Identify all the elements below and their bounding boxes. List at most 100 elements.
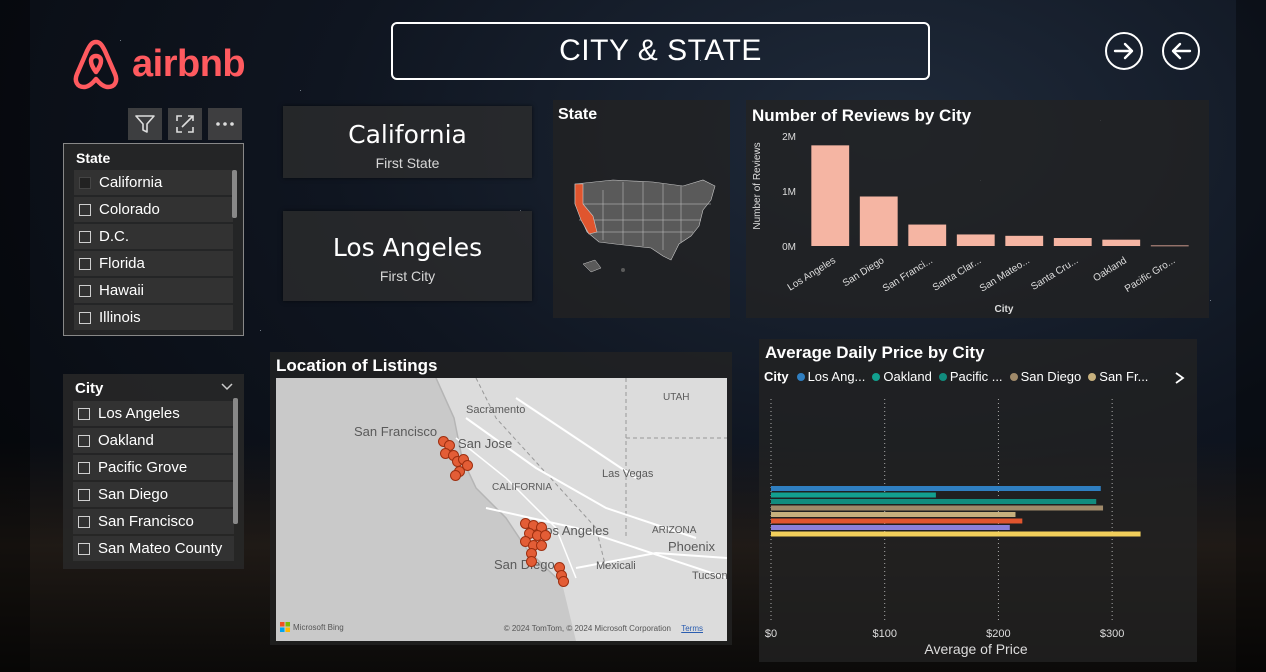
state-option[interactable]: Hawaii: [74, 278, 233, 303]
listing-dot[interactable]: [526, 556, 537, 567]
city-option[interactable]: Oakland: [73, 428, 234, 453]
state-option[interactable]: Colorado: [74, 197, 233, 222]
bar[interactable]: [908, 224, 947, 246]
price-bar[interactable]: [771, 512, 1016, 517]
listing-dot[interactable]: [536, 540, 547, 551]
bar[interactable]: [859, 196, 898, 247]
us-state-map[interactable]: [553, 160, 730, 300]
map-label-san-francisco: San Francisco: [354, 424, 438, 439]
checkbox[interactable]: [79, 311, 91, 324]
price-bar[interactable]: [771, 505, 1104, 511]
bar[interactable]: [811, 145, 850, 246]
state-slicer-header: State: [76, 150, 111, 166]
previous-page-button[interactable]: [1162, 32, 1200, 70]
legend-next-icon[interactable]: [1173, 371, 1185, 385]
first-city-card: Los Angeles First City: [283, 211, 532, 301]
state-map-title: State: [558, 106, 598, 123]
city-slicer-scrollbar[interactable]: [233, 398, 238, 524]
x-tick-label: Pacific Gro...: [1123, 255, 1177, 295]
checkbox[interactable]: [79, 257, 91, 270]
chevron-down-icon[interactable]: [220, 382, 234, 392]
option-label: Illinois: [99, 309, 141, 326]
price-bar[interactable]: [771, 531, 1141, 537]
legend-item[interactable]: Pacific ...: [938, 369, 1003, 384]
legend-item[interactable]: Oakland: [872, 369, 932, 384]
location-map-title: Location of Listings: [276, 356, 438, 375]
bar[interactable]: [1005, 235, 1044, 246]
price-chart-legend: City Los Ang... Oakland Pacific ... San Die…: [764, 369, 1148, 384]
legend-item[interactable]: San Fr...: [1088, 369, 1148, 384]
option-label: San Mateo County: [98, 540, 223, 557]
legend-label: Oakland: [883, 369, 932, 384]
bar[interactable]: [956, 234, 995, 246]
price-bar[interactable]: [771, 486, 1101, 491]
legend-item[interactable]: Los Ang...: [796, 369, 865, 384]
legend-swatch: [1009, 372, 1018, 381]
state-option[interactable]: California: [74, 170, 233, 195]
legend-label: Pacific ...: [949, 369, 1003, 384]
checkbox[interactable]: [78, 515, 90, 528]
checkbox[interactable]: [79, 176, 91, 189]
arrow-right-icon: [1113, 42, 1134, 60]
price-bar[interactable]: [771, 499, 1097, 504]
next-page-button[interactable]: [1105, 32, 1143, 70]
price-bar[interactable]: [771, 525, 1010, 530]
brand-name: airbnb: [132, 42, 246, 85]
option-label: Oakland: [98, 432, 154, 449]
city-option[interactable]: San Diego: [73, 482, 234, 507]
attribution-text: © 2024 TomTom, © 2024 Microsoft Corporat…: [503, 624, 671, 633]
legend-item[interactable]: San Diego: [1009, 369, 1081, 384]
state-slicer: State California Colorado D.C. Florida H…: [63, 143, 244, 336]
checkbox[interactable]: [78, 542, 90, 555]
listing-map[interactable]: Sacramento UTAH San Francisco San Jose L…: [276, 378, 727, 641]
price-bar[interactable]: [771, 518, 1023, 524]
checkbox[interactable]: [78, 488, 90, 501]
x-tick-label: San Diego: [841, 255, 887, 289]
checkbox[interactable]: [78, 434, 90, 447]
x-axis-title: City: [995, 304, 1014, 315]
option-label: Los Angeles: [98, 405, 180, 422]
more-options-button[interactable]: [208, 108, 242, 140]
bar[interactable]: [1102, 239, 1141, 246]
city-option[interactable]: San Mateo County: [73, 536, 234, 561]
checkbox[interactable]: [78, 461, 90, 474]
price-bar-chart: Average of Price $0 $100 $200 $300: [765, 399, 1141, 657]
option-label: Hawaii: [99, 282, 145, 299]
x-tick-label: Santa Clar...: [931, 255, 983, 293]
city-option[interactable]: San Francisco: [73, 509, 234, 534]
state-option[interactable]: Illinois: [74, 305, 233, 330]
more-options-icon: [216, 122, 234, 126]
listing-dot[interactable]: [450, 470, 461, 481]
y-tick-label: 0M: [782, 242, 796, 253]
visual-toolbar: [128, 108, 242, 140]
airbnb-logo: airbnb: [68, 36, 246, 92]
map-label-las-vegas: Las Vegas: [602, 468, 654, 480]
city-option[interactable]: Pacific Grove: [73, 455, 234, 480]
bing-logo: Microsoft Bing: [280, 622, 344, 632]
filter-button[interactable]: [128, 108, 162, 140]
listing-dot[interactable]: [558, 576, 569, 587]
state-slicer-scrollbar[interactable]: [232, 170, 237, 218]
option-label: Florida: [99, 255, 145, 272]
bar[interactable]: [1150, 245, 1189, 247]
option-label: San Diego: [98, 486, 169, 503]
legend-swatch: [872, 372, 881, 381]
y-tick-label: 1M: [782, 187, 796, 198]
city-option[interactable]: Los Angeles: [73, 401, 234, 426]
bar[interactable]: [1053, 238, 1092, 246]
checkbox[interactable]: [78, 407, 90, 420]
state-option[interactable]: D.C.: [74, 224, 233, 249]
terms-link[interactable]: Terms: [681, 624, 703, 633]
city-slicer: City Los Angeles Oakland Pacific Grove S…: [63, 374, 244, 569]
map-label-arizona: ARIZONA: [652, 525, 697, 536]
focus-mode-button[interactable]: [168, 108, 202, 140]
state-option[interactable]: Florida: [74, 251, 233, 276]
option-label: D.C.: [99, 228, 129, 245]
checkbox[interactable]: [79, 230, 91, 243]
checkbox[interactable]: [79, 284, 91, 297]
page-title: CITY & STATE: [391, 22, 930, 80]
first-state-label: First State: [375, 155, 440, 171]
first-state-value: California: [348, 120, 467, 149]
price-bar[interactable]: [771, 492, 936, 498]
checkbox[interactable]: [79, 203, 91, 216]
